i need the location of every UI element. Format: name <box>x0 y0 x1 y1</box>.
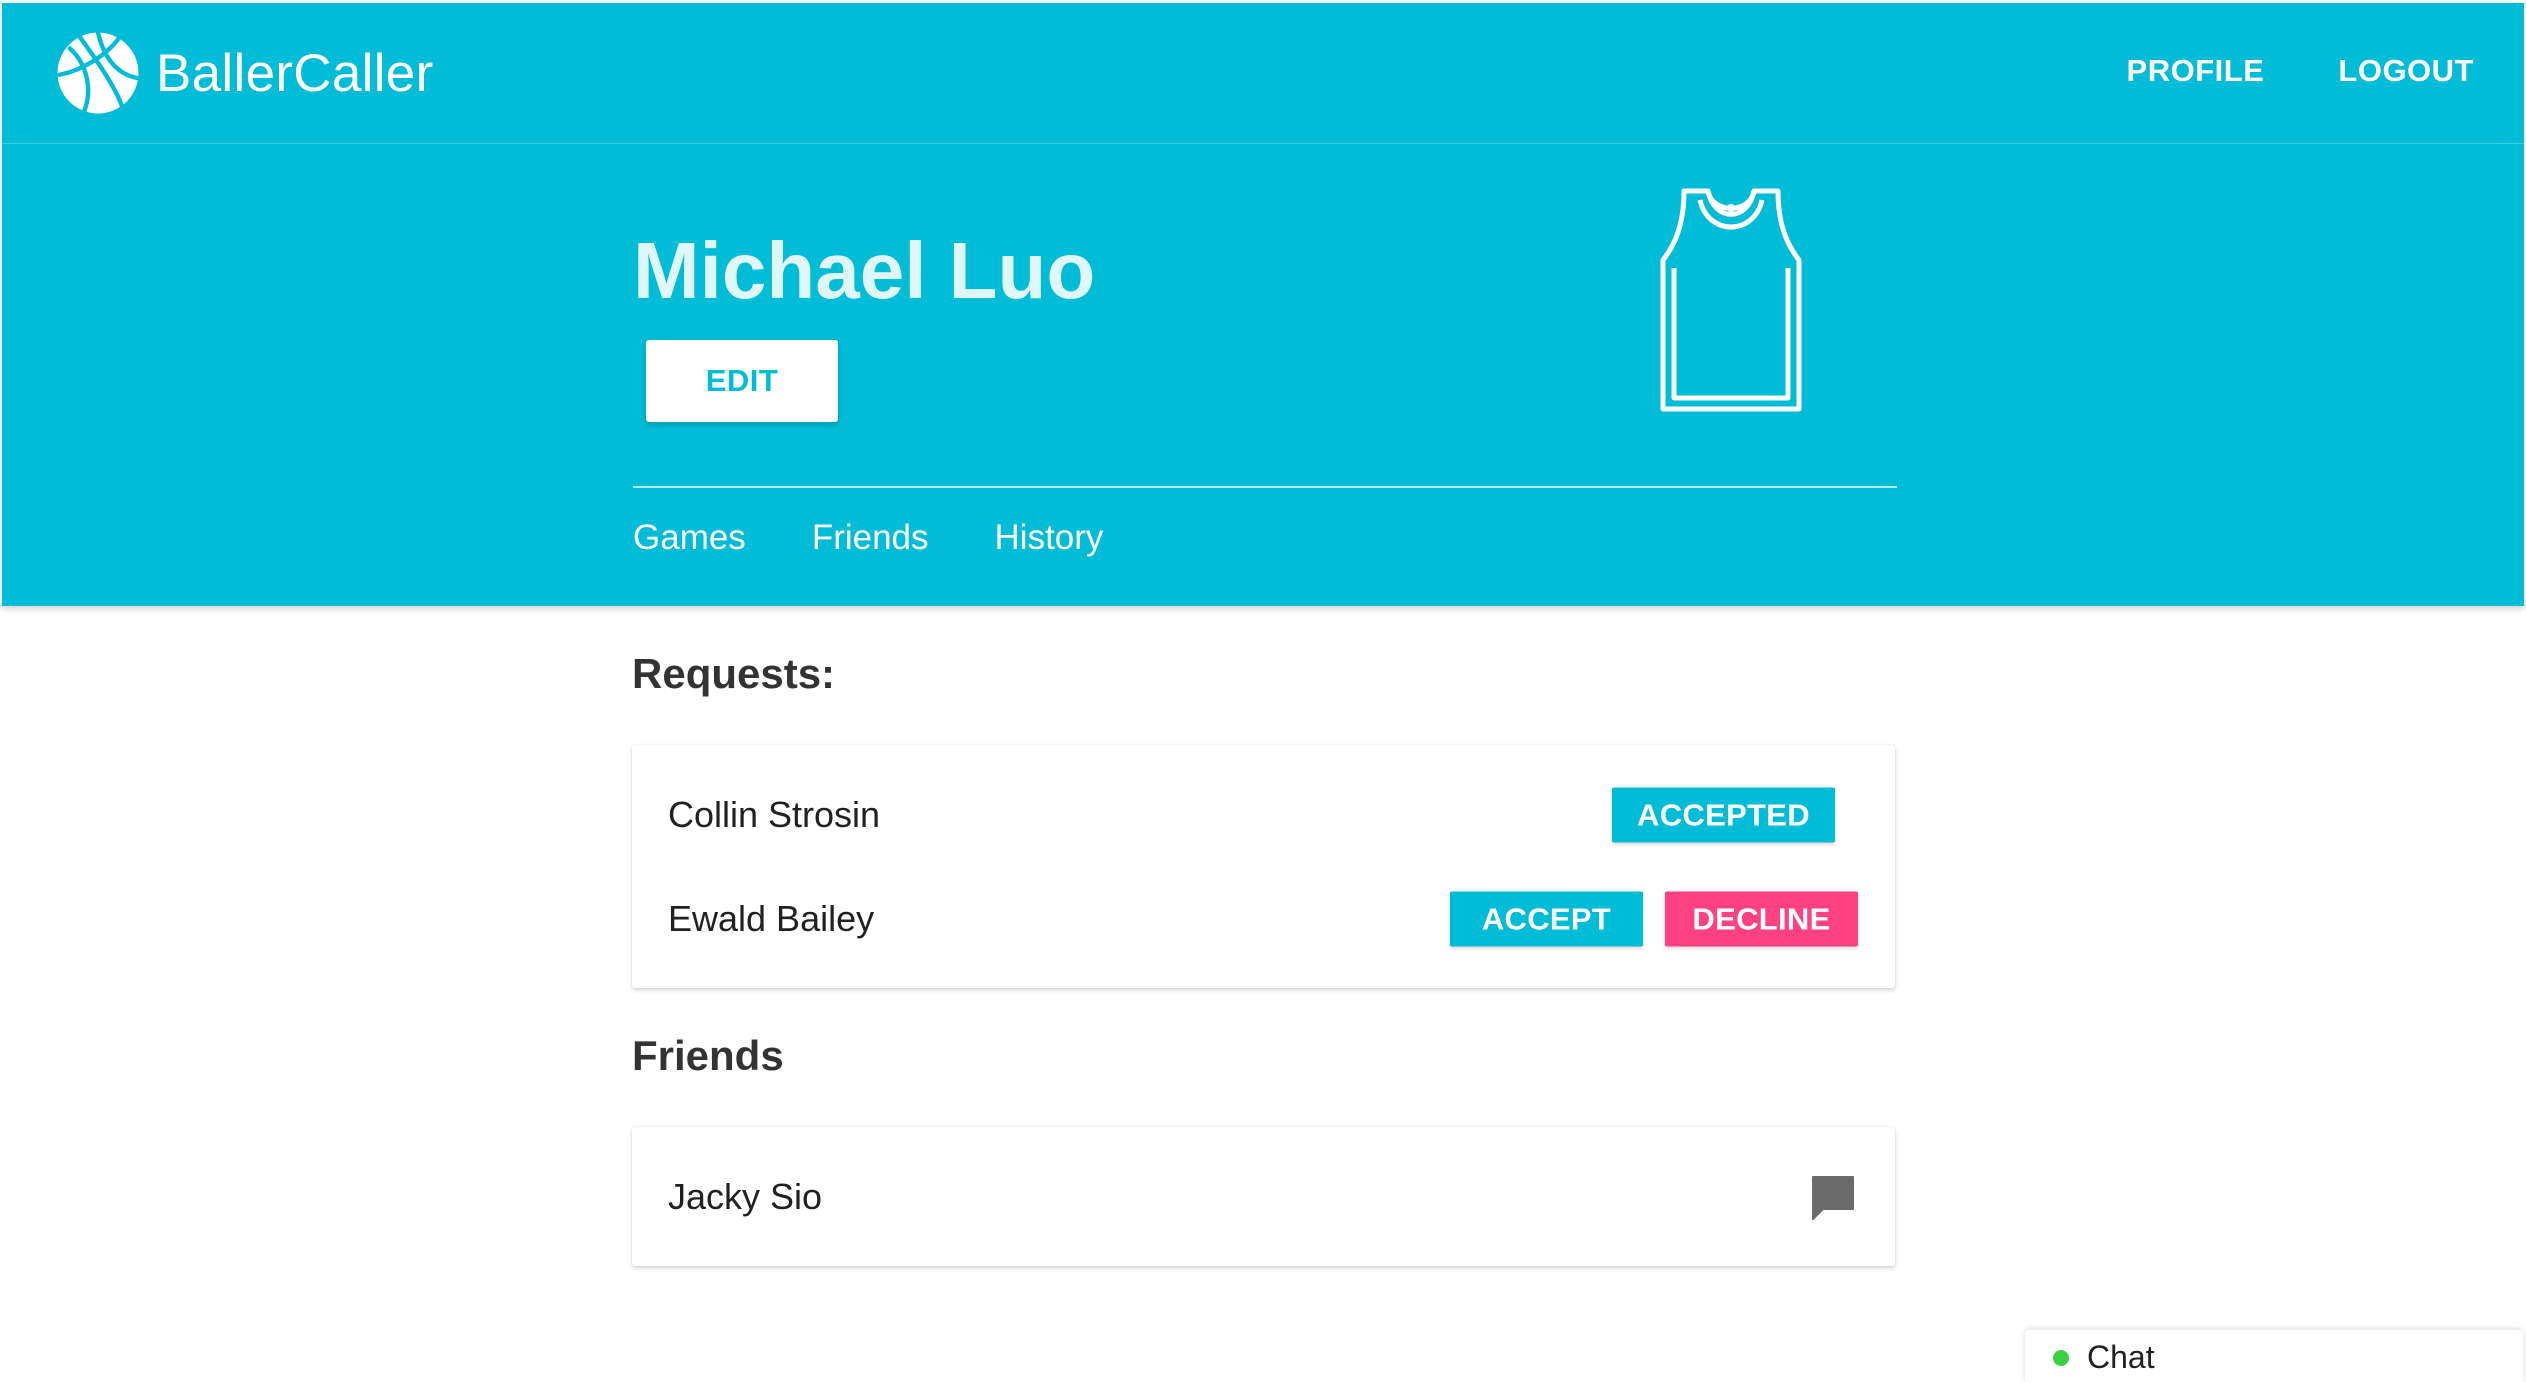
message-icon[interactable] <box>1809 1173 1857 1221</box>
request-name: Ewald Bailey <box>668 898 875 939</box>
navbar: BallerCaller PROFILE LOGOUT <box>2 3 2524 144</box>
basketball-icon <box>57 30 141 114</box>
nav-links: PROFILE LOGOUT <box>2053 53 2474 89</box>
nav-logout-link[interactable]: LOGOUT <box>2338 53 2474 89</box>
tab-history[interactable]: History <box>995 518 1104 558</box>
profile-header: BallerCaller PROFILE LOGOUT Michael Luo … <box>2 3 2524 606</box>
friends-title: Friends <box>632 1032 784 1079</box>
decline-button[interactable]: DECLINE <box>1665 891 1858 947</box>
request-name: Collin Strosin <box>668 794 881 835</box>
chat-widget[interactable]: Chat <box>2025 1330 2523 1382</box>
requests-card: Collin Strosin ACCEPTED Ewald Bailey ACC… <box>632 745 1895 988</box>
friends-card: Jacky Sio <box>632 1127 1895 1266</box>
nav-profile-link[interactable]: PROFILE <box>2127 53 2265 89</box>
profile-name: Michael Luo <box>633 226 1096 315</box>
request-row: Ewald Bailey ACCEPT DECLINE <box>632 889 1895 949</box>
friend-row: Jacky Sio <box>632 1167 1895 1227</box>
online-status-dot <box>2053 1350 2069 1366</box>
brand-link[interactable]: BallerCaller <box>54 29 434 117</box>
request-row: Collin Strosin ACCEPTED <box>632 785 1895 845</box>
accept-button[interactable]: ACCEPT <box>1450 891 1643 947</box>
edit-profile-button[interactable]: EDIT <box>646 340 838 422</box>
tab-games[interactable]: Games <box>633 518 746 558</box>
profile-tabs: Games Friends History <box>633 518 1169 558</box>
hero-divider <box>633 486 1897 488</box>
chat-label: Chat <box>2087 1339 2155 1375</box>
requests-title: Requests: <box>632 650 836 697</box>
friend-name: Jacky Sio <box>668 1176 823 1217</box>
accepted-button[interactable]: ACCEPTED <box>1612 787 1835 843</box>
tab-friends[interactable]: Friends <box>812 518 929 558</box>
jersey-icon <box>1660 188 1802 412</box>
brand-name: BallerCaller <box>156 43 434 103</box>
